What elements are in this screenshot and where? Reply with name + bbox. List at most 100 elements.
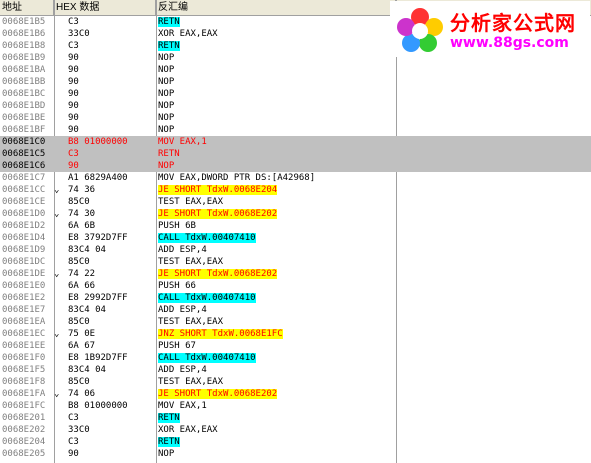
disasm-row[interactable]: 0068E1BC 90 NOP: [0, 88, 591, 100]
disasm-row[interactable]: 0068E204 C3 RETN: [0, 436, 591, 448]
disasm-row[interactable]: 0068E1BF 90 NOP: [0, 124, 591, 136]
row-disasm-cell: CALL TdxW.00407410: [158, 292, 394, 304]
row-disasm-cell: MOV EAX,1: [158, 136, 394, 148]
row-disasm: TEST EAX,EAX: [158, 317, 224, 327]
row-address: 0068E205: [2, 449, 46, 459]
disasm-row[interactable]: 0068E1CE 85C0 TEST EAX,EAX: [0, 196, 591, 208]
row-address: 0068E1B6: [2, 29, 46, 39]
row-disasm-cell: MOV EAX,DWORD PTR DS:[A42968]: [158, 172, 394, 184]
row-disasm: PUSH 6B: [158, 221, 196, 231]
row-address: 0068E1D2: [2, 221, 46, 231]
row-disasm-cell: NOP: [158, 448, 394, 460]
row-hex: 33C0: [68, 29, 90, 39]
row-disasm-cell: NOP: [158, 52, 394, 64]
disasm-row[interactable]: 0068E1F5 83C4 04 ADD ESP,4: [0, 364, 591, 376]
flower-logo-icon: [397, 8, 443, 52]
row-disasm: NOP: [158, 53, 175, 63]
row-address: 0068E1BC: [2, 89, 46, 99]
disasm-row[interactable]: 0068E1F0 E8 1B92D7FF CALL TdxW.00407410: [0, 352, 591, 364]
row-disasm-cell: NOP: [158, 76, 394, 88]
disassembler-window: 地址 HEX 数据 反汇编 0068E1B5 C3 RETN 0068E1B6 33C0…: [0, 0, 591, 463]
row-comment: [398, 172, 588, 184]
row-disasm-cell: NOP: [158, 64, 394, 76]
disasm-row[interactable]: 0068E1FC B8 01000000 MOV EAX,1: [0, 400, 591, 412]
row-comment: [398, 160, 588, 172]
row-address: 0068E1BA: [2, 65, 46, 75]
row-hex: 6A 66: [68, 281, 96, 291]
disasm-row[interactable]: 0068E1C6 90 NOP: [0, 160, 591, 172]
disasm-row[interactable]: 0068E1D9 83C4 04 ADD ESP,4: [0, 244, 591, 256]
row-address: 0068E1EA: [2, 317, 46, 327]
disasm-row[interactable]: 0068E1FA ⌄ 74 06 JE SHORT TdxW.0068E202: [0, 388, 591, 400]
row-address: 0068E1F8: [2, 377, 46, 387]
row-disasm-cell: NOP: [158, 160, 394, 172]
header-address[interactable]: 地址: [0, 0, 54, 15]
disasm-row[interactable]: 0068E1BB 90 NOP: [0, 76, 591, 88]
row-disasm-cell: TEST EAX,EAX: [158, 376, 394, 388]
disasm-row[interactable]: 0068E1E2 E8 2992D7FF CALL TdxW.00407410: [0, 292, 591, 304]
disasm-row[interactable]: 0068E1C0 B8 01000000 MOV EAX,1: [0, 136, 591, 148]
row-address: 0068E202: [2, 425, 46, 435]
disasm-row[interactable]: 0068E1DC 85C0 TEST EAX,EAX: [0, 256, 591, 268]
row-disasm: NOP: [158, 101, 175, 111]
row-disasm-cell: PUSH 6B: [158, 220, 394, 232]
row-disasm: CALL TdxW.00407410: [158, 293, 256, 303]
row-disasm: XOR EAX,EAX: [158, 425, 218, 435]
disasm-row[interactable]: 0068E1D4 E8 3792D7FF CALL TdxW.00407410: [0, 232, 591, 244]
row-disasm-cell: RETN: [158, 16, 394, 28]
logo-url: www.88gs.com: [450, 35, 569, 51]
row-hex: 6A 67: [68, 341, 96, 351]
row-hex: 90: [68, 125, 79, 135]
row-disasm: RETN: [158, 437, 180, 447]
row-hex: 75 0E: [68, 329, 96, 339]
row-comment: [398, 124, 588, 136]
disasm-row[interactable]: 0068E1E7 83C4 04 ADD ESP,4: [0, 304, 591, 316]
row-disasm-cell: TEST EAX,EAX: [158, 196, 394, 208]
disasm-row[interactable]: 0068E202 33C0 XOR EAX,EAX: [0, 424, 591, 436]
disasm-row[interactable]: 0068E1F8 85C0 TEST EAX,EAX: [0, 376, 591, 388]
row-disasm: JNZ SHORT TdxW.0068E1FC: [158, 329, 283, 339]
disasm-row[interactable]: 0068E1BA 90 NOP: [0, 64, 591, 76]
disasm-row[interactable]: 0068E1D0 ⌄ 74 30 JE SHORT TdxW.0068E202: [0, 208, 591, 220]
row-address: 0068E201: [2, 413, 46, 423]
row-disasm: CALL TdxW.00407410: [158, 353, 256, 363]
disasm-row[interactable]: 0068E1BE 90 NOP: [0, 112, 591, 124]
row-address: 0068E1F5: [2, 365, 46, 375]
disasm-row[interactable]: 0068E1DE ⌄ 74 22 JE SHORT TdxW.0068E202: [0, 268, 591, 280]
row-hex: E8 1B92D7FF: [68, 353, 128, 363]
disasm-row[interactable]: 0068E201 C3 RETN: [0, 412, 591, 424]
disasm-row[interactable]: 0068E1EA 85C0 TEST EAX,EAX: [0, 316, 591, 328]
row-comment: [398, 388, 588, 400]
header-disasm[interactable]: 反汇编: [156, 0, 396, 15]
row-hex: C3: [68, 149, 79, 159]
row-address: 0068E1D0: [2, 209, 46, 219]
row-comment: [398, 76, 588, 88]
row-disasm-cell: ADD ESP,4: [158, 364, 394, 376]
disasm-row[interactable]: 0068E1EE 6A 67 PUSH 67: [0, 340, 591, 352]
row-disasm-cell: JE SHORT TdxW.0068E202: [158, 208, 394, 220]
disasm-row[interactable]: 0068E205 90 NOP: [0, 448, 591, 460]
row-disasm: TEST EAX,EAX: [158, 197, 224, 207]
row-comment: [398, 220, 588, 232]
row-disasm-cell: PUSH 66: [158, 280, 394, 292]
disasm-row[interactable]: 0068E1BD 90 NOP: [0, 100, 591, 112]
disasm-row[interactable]: 0068E1C5 C3 RETN: [0, 148, 591, 160]
row-disasm-cell: CALL TdxW.00407410: [158, 352, 394, 364]
row-disasm: JE SHORT TdxW.0068E202: [158, 269, 278, 279]
row-address: 0068E1FC: [2, 401, 46, 411]
row-comment: [398, 112, 588, 124]
row-hex: 83C4 04: [68, 245, 106, 255]
disasm-rows: 0068E1B5 C3 RETN 0068E1B6 33C0 XOR EAX,EAX 006…: [0, 16, 591, 460]
disasm-row[interactable]: 0068E1C7 A1 6829A400 MOV EAX,DWORD PTR DS:…: [0, 172, 591, 184]
row-address: 0068E1B9: [2, 53, 46, 63]
row-address: 0068E1EE: [2, 341, 46, 351]
row-disasm-cell: RETN: [158, 412, 394, 424]
row-address: 0068E1FA: [2, 389, 46, 399]
header-hex[interactable]: HEX 数据: [54, 0, 156, 15]
jump-arrow-icon: ⌄: [54, 209, 60, 219]
disasm-row[interactable]: 0068E1CC ⌄ 74 36 JE SHORT TdxW.0068E204: [0, 184, 591, 196]
disasm-row[interactable]: 0068E1D2 6A 6B PUSH 6B: [0, 220, 591, 232]
row-address: 0068E1C6: [2, 161, 46, 171]
disasm-row[interactable]: 0068E1E0 6A 66 PUSH 66: [0, 280, 591, 292]
disasm-row[interactable]: 0068E1EC ⌄ 75 0E JNZ SHORT TdxW.0068E1FC: [0, 328, 591, 340]
